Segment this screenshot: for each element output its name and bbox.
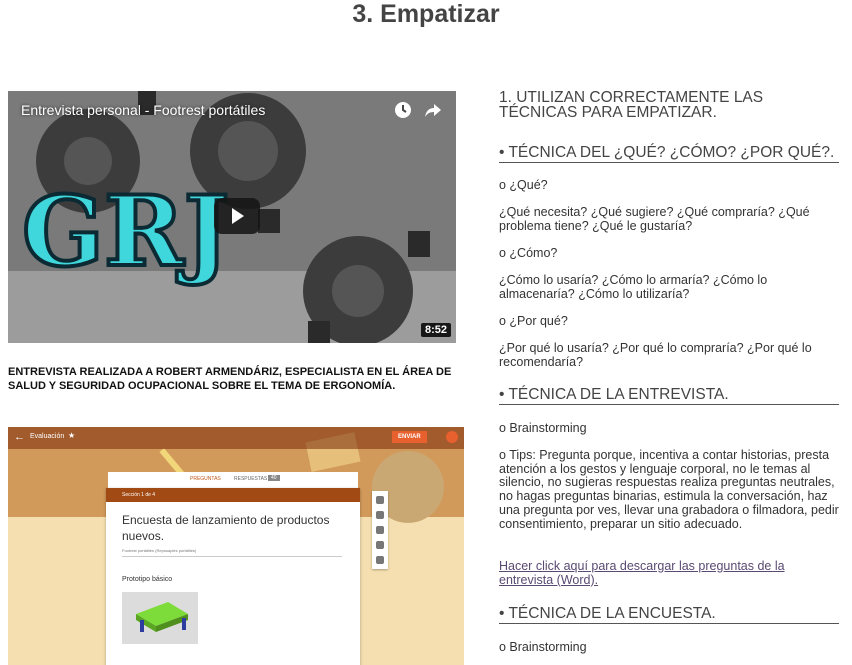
video-duration: 8:52	[420, 323, 451, 337]
share-icon[interactable]	[422, 99, 444, 121]
send-button[interactable]: ENVIAR	[392, 431, 427, 443]
thumbnail-logo: GRJ	[22, 175, 229, 288]
question-label: Prototipo básico	[122, 576, 173, 583]
divider	[122, 556, 342, 557]
add-title-icon[interactable]	[376, 511, 384, 519]
play-button[interactable]	[214, 198, 260, 234]
list-porque: ¿Por qué lo usaría? ¿Por qué lo comprarí…	[499, 341, 812, 369]
item-que: o ¿Qué?	[499, 178, 548, 192]
form-description: Footrest portátiles (Reposapiés portátil…	[122, 548, 197, 553]
form-card: Sección 1 de 4 Encuesta de lanzamiento d…	[106, 488, 360, 665]
add-question-icon[interactable]	[376, 496, 384, 504]
video-caption: ENTREVISTA REALIZADA A ROBERT ARMENDÁRIZ…	[8, 366, 452, 392]
prototype-image	[122, 592, 198, 644]
back-arrow-icon[interactable]: ←	[14, 431, 25, 443]
section-heading-que-como: • TÉCNICA DEL ¿QUÉ? ¿CÓMO? ¿POR QUÉ?.	[499, 144, 839, 163]
item-brainstorming-encuesta: o Brainstorming	[499, 640, 587, 654]
item-brainstorming-entrevista: o Brainstorming	[499, 421, 587, 435]
section-heading-entrevista: • TÉCNICA DE LA ENTREVISTA.	[499, 386, 839, 405]
watch-later-icon[interactable]	[392, 99, 414, 121]
add-image-icon[interactable]	[376, 526, 384, 534]
add-section-icon[interactable]	[376, 556, 384, 564]
list-que: ¿Qué necesita? ¿Qué sugiere? ¿Qué compra…	[499, 205, 810, 233]
tips-text: o Tips: Pregunta porque, incentiva a con…	[499, 448, 839, 531]
video-player[interactable]: GRJ Entrevista personal - Footrest portá…	[8, 91, 456, 343]
tab-responses[interactable]: RESPUESTAS	[234, 476, 267, 482]
section-heading-encuesta: • TÉCNICA DE LA ENCUESTA.	[499, 605, 839, 624]
forms-tabs: PREGUNTAS RESPUESTAS 40	[108, 472, 358, 488]
tab-questions[interactable]: PREGUNTAS	[190, 476, 221, 482]
download-questions-link[interactable]: Hacer click aquí para descargar las preg…	[499, 559, 839, 587]
section-header: Sección 1 de 4	[106, 488, 360, 502]
responses-count-badge: 40	[268, 475, 280, 481]
page-title: 3. Empatizar	[352, 0, 500, 28]
add-video-icon[interactable]	[376, 541, 384, 549]
form-name: Evaluación	[30, 433, 65, 440]
avatar[interactable]	[446, 431, 458, 443]
forms-toolbar: ← Evaluación ★ ENVIAR	[8, 427, 464, 449]
forms-tool-rail	[372, 491, 388, 569]
item-porque: o ¿Por qué?	[499, 314, 568, 328]
play-icon	[232, 208, 244, 224]
form-title: Encuesta de lanzamiento de productos nue…	[122, 513, 330, 543]
forms-screenshot: ← Evaluación ★ ENVIAR PREGUNTAS RESPUEST…	[8, 427, 464, 665]
video-title[interactable]: Entrevista personal - Footrest portátile…	[21, 102, 265, 118]
lead-heading: 1. UTILIZAN CORRECTAMENTE LAS TÉCNICAS P…	[499, 89, 764, 121]
item-como: o ¿Cómo?	[499, 246, 558, 260]
list-como: ¿Cómo lo usaría? ¿Cómo lo armaría? ¿Cómo…	[499, 273, 768, 301]
star-icon[interactable]: ★	[68, 431, 75, 440]
